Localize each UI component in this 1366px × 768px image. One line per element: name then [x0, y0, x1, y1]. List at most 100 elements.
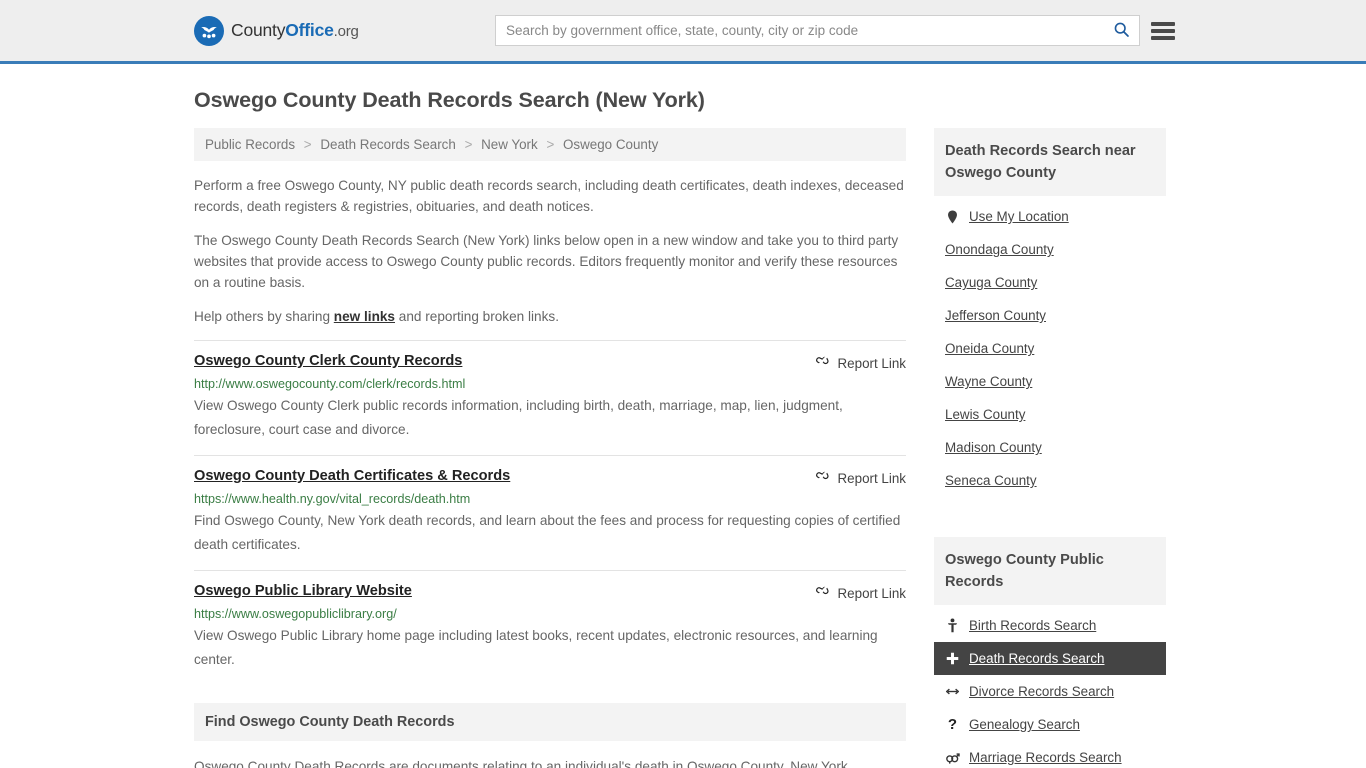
breadcrumb-item-3[interactable]: Oswego County: [563, 137, 658, 152]
intro-p3-after: and reporting broken links.: [395, 309, 559, 324]
sidebar-item-label: Madison County: [945, 440, 1042, 455]
result-title-link[interactable]: Oswego Public Library Website: [194, 583, 412, 599]
sidebar-item-label: Lewis County: [945, 407, 1026, 422]
result-url: http://www.oswegocounty.com/clerk/record…: [194, 377, 466, 391]
sidebar-item-death-records-search[interactable]: Death Records Search: [934, 642, 1166, 675]
page-container: Oswego County Death Records Search (New …: [0, 88, 1366, 768]
sidebar-item-madison-county[interactable]: Madison County: [934, 431, 1166, 464]
question-mark-icon: ?: [947, 716, 958, 733]
intro-paragraph-3: Help others by sharing new links and rep…: [194, 306, 906, 327]
report-link-label: Report Link: [837, 585, 906, 601]
sidebar-item-label: Use My Location: [969, 209, 1069, 224]
public-records-title: Oswego County Public Records: [934, 537, 1166, 605]
nearby-searches-list: Use My Location Onondaga County Cayuga C…: [934, 196, 1166, 497]
nearby-searches-box: Death Records Search near Oswego County …: [934, 128, 1166, 497]
hamburger-menu-icon[interactable]: [1151, 20, 1175, 42]
sidebar-item-oneida-county[interactable]: Oneida County: [934, 332, 1166, 365]
sidebar-item-label: Jefferson County: [945, 308, 1046, 323]
new-links-link[interactable]: new links: [334, 309, 395, 324]
result-item: Oswego Public Library Website Report Lin…: [194, 570, 906, 685]
breadcrumb-item-0[interactable]: Public Records: [205, 137, 295, 152]
breadcrumb-item-1[interactable]: Death Records Search: [320, 137, 455, 152]
public-records-list: Birth Records Search Death Records Searc…: [934, 605, 1166, 768]
sidebar-item-label: Oneida County: [945, 341, 1035, 356]
sidebar-item-onondaga-county[interactable]: Onondaga County: [934, 233, 1166, 266]
report-link-label: Report Link: [837, 470, 906, 486]
intro-paragraph-1: Perform a free Oswego County, NY public …: [194, 178, 904, 214]
result-item: Oswego County Death Certificates & Recor…: [194, 455, 906, 570]
nearby-searches-title: Death Records Search near Oswego County: [934, 128, 1166, 196]
sidebar-item-jefferson-county[interactable]: Jefferson County: [934, 299, 1166, 332]
result-description: View Oswego Public Library home page inc…: [194, 628, 878, 667]
broken-link-icon: [815, 584, 830, 602]
eagle-shield-logo-icon: [194, 15, 224, 46]
breadcrumb-separator: >: [303, 137, 312, 152]
result-title-link[interactable]: Oswego County Clerk County Records: [194, 353, 462, 369]
map-pin-icon: [945, 210, 960, 224]
sidebar-item-label: Seneca County: [945, 473, 1037, 488]
report-link-button[interactable]: Report Link: [815, 353, 906, 372]
sidebar-item-marriage-records-search[interactable]: Marriage Records Search: [934, 741, 1166, 768]
result-header: Oswego County Death Certificates & Recor…: [194, 468, 906, 487]
sidebar-item-label: Wayne County: [945, 374, 1033, 389]
sidebar-item-label: Birth Records Search: [969, 618, 1097, 633]
menu-bar-2: [1151, 28, 1175, 33]
menu-bar-3: [1151, 35, 1175, 40]
site-logo[interactable]: CountyOffice.org: [194, 15, 359, 46]
brand-part-county: County: [231, 20, 286, 40]
breadcrumb-separator: >: [464, 137, 473, 152]
find-records-text: Oswego County Death Records are document…: [194, 759, 852, 768]
sidebar-item-cayuga-county[interactable]: Cayuga County: [934, 266, 1166, 299]
sidebar-item-label: Death Records Search: [969, 651, 1105, 666]
page-title: Oswego County Death Records Search (New …: [194, 88, 705, 112]
sidebar-item-genealogy-search[interactable]: ? Genealogy Search: [934, 708, 1166, 741]
result-url: https://www.oswegopubliclibrary.org/: [194, 607, 397, 621]
brand-part-org: .org: [333, 23, 359, 40]
find-records-heading: Find Oswego County Death Records: [194, 703, 906, 741]
report-link-label: Report Link: [837, 355, 906, 371]
result-item: Oswego County Clerk County Records Repor…: [194, 340, 906, 455]
sidebar-item-use-my-location[interactable]: Use My Location: [934, 200, 1166, 233]
sidebar-item-wayne-county[interactable]: Wayne County: [934, 365, 1166, 398]
brand-part-office: Office: [285, 20, 334, 40]
broken-link-icon: [815, 354, 830, 372]
search-icon: [1113, 21, 1130, 41]
sidebar-item-label: Onondaga County: [945, 242, 1054, 257]
search-button[interactable]: [1103, 16, 1139, 45]
result-url: https://www.health.ny.gov/vital_records/…: [194, 492, 471, 506]
content-columns: Public Records > Death Records Search > …: [194, 128, 1172, 768]
report-link-button[interactable]: Report Link: [815, 468, 906, 487]
result-title-link[interactable]: Oswego County Death Certificates & Recor…: [194, 468, 510, 484]
public-records-box: Oswego County Public Records Birth Recor…: [934, 537, 1166, 768]
breadcrumb: Public Records > Death Records Search > …: [194, 128, 906, 161]
report-link-button[interactable]: Report Link: [815, 583, 906, 602]
sidebar-item-label: Cayuga County: [945, 275, 1038, 290]
breadcrumb-item-2[interactable]: New York: [481, 137, 538, 152]
sidebar-item-divorce-records-search[interactable]: Divorce Records Search: [934, 675, 1166, 708]
main-content: Public Records > Death Records Search > …: [194, 128, 906, 768]
brand-wordmark: CountyOffice.org: [231, 20, 359, 41]
sidebar: Death Records Search near Oswego County …: [934, 128, 1166, 768]
site-header: CountyOffice.org: [0, 0, 1366, 64]
intro-paragraph-2: The Oswego County Death Records Search (…: [194, 233, 899, 290]
sidebar-item-lewis-county[interactable]: Lewis County: [934, 398, 1166, 431]
breadcrumb-separator: >: [546, 137, 555, 152]
sidebar-item-birth-records-search[interactable]: Birth Records Search: [934, 609, 1166, 642]
cross-icon: [945, 652, 960, 665]
split-arrows-icon: [945, 686, 960, 697]
search-bar: [495, 15, 1140, 46]
broken-link-icon: [815, 469, 830, 487]
result-header: Oswego County Clerk County Records Repor…: [194, 353, 906, 372]
menu-bar-1: [1151, 21, 1175, 26]
sidebar-item-label: Divorce Records Search: [969, 684, 1115, 699]
sidebar-item-label: Genealogy Search: [969, 717, 1080, 732]
result-header: Oswego Public Library Website Report Lin…: [194, 583, 906, 602]
result-description: Find Oswego County, New York death recor…: [194, 513, 901, 552]
sidebar-item-label: Marriage Records Search: [969, 750, 1122, 765]
gender-symbols-icon: [945, 751, 960, 764]
search-input[interactable]: [496, 16, 1103, 45]
intro-p3-before: Help others by sharing: [194, 309, 334, 324]
baby-icon: [945, 618, 960, 633]
sidebar-item-seneca-county[interactable]: Seneca County: [934, 464, 1166, 497]
result-description: View Oswego County Clerk public records …: [194, 398, 843, 437]
